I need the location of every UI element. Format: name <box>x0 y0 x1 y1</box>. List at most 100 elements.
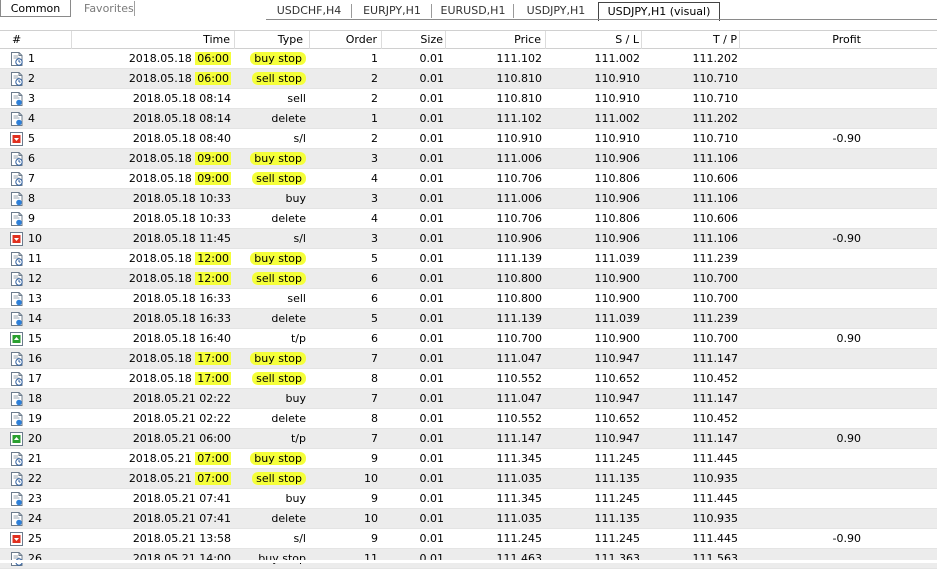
row-number: 1 <box>28 52 35 65</box>
col-header-type[interactable]: Type <box>235 31 310 49</box>
profit-cell <box>740 489 864 508</box>
tab-favorites[interactable]: Favorites <box>78 0 140 17</box>
price-cell: 111.035 <box>496 512 543 525</box>
order-cell: 1 <box>371 52 378 65</box>
size-cell: 0.01 <box>419 532 445 545</box>
table-row[interactable]: 11 2018.05.18 12:00 buy stop 5 0.01 111.139 11… <box>0 249 937 269</box>
date-text: 2018.05.18 <box>128 52 192 65</box>
table-row[interactable]: 18 2018.05.21 02:22 buy 7 0.01 111.047 110.947… <box>0 389 937 409</box>
table-row[interactable]: 3 2018.05.18 08:14 sell 2 0.01 110.810 110.910… <box>0 89 937 109</box>
type-cell: buy stop <box>235 249 310 268</box>
table-row[interactable]: 23 2018.05.21 07:41 buy 9 0.01 111.345 111.245… <box>0 489 937 509</box>
table-row[interactable]: 6 2018.05.18 09:00 buy stop 3 0.01 111.006 110… <box>0 149 937 169</box>
table-row[interactable]: 21 2018.05.21 07:00 buy stop 9 0.01 111.345 11… <box>0 449 937 469</box>
tp-cell: 110.710 <box>692 92 739 105</box>
profit-cell <box>740 269 864 288</box>
table-row[interactable]: 1 2018.05.18 06:00 buy stop 1 0.01 111.102 111… <box>0 49 937 69</box>
size-cell: 0.01 <box>419 472 445 485</box>
sl-cell: 110.947 <box>594 432 641 445</box>
chart-tab-eurjpy-h1[interactable]: EURJPY,H1 <box>352 2 432 20</box>
table-row[interactable]: 17 2018.05.18 17:00 sell stop 8 0.01 110.552 1… <box>0 369 937 389</box>
pending-order-icon <box>10 472 23 486</box>
row-number: 4 <box>28 112 35 125</box>
price-cell: 110.800 <box>496 272 543 285</box>
time-text: 13:58 <box>199 532 231 545</box>
time-cell: 2018.05.18 08:14 <box>72 109 235 128</box>
table-row[interactable]: 2 2018.05.18 06:00 sell stop 2 0.01 110.810 11… <box>0 69 937 89</box>
market-order-icon <box>10 412 23 426</box>
table-row[interactable]: 10 2018.05.18 11:45 s/l 3 0.01 110.906 110.906… <box>0 229 937 249</box>
table-row[interactable]: 19 2018.05.21 02:22 delete 8 0.01 110.552 110.… <box>0 409 937 429</box>
profit-cell <box>740 249 864 268</box>
table-row[interactable]: 4 2018.05.18 08:14 delete 1 0.01 111.102 111.0… <box>0 109 937 129</box>
chart-tab-eurusd-h1[interactable]: EURUSD,H1 <box>432 2 514 20</box>
col-header-price[interactable]: Price <box>446 31 546 49</box>
type-text: delete <box>271 312 306 325</box>
type-text: sell <box>287 92 306 105</box>
type-cell: sell stop <box>235 269 310 288</box>
type-text: t/p <box>290 432 306 445</box>
price-cell: 111.102 <box>496 112 543 125</box>
sl-cell: 110.900 <box>594 272 641 285</box>
time-text: 06:00 <box>195 72 231 85</box>
col-header-num[interactable]: # <box>0 31 72 49</box>
type-text: sell <box>287 292 306 305</box>
col-header-tp[interactable]: T / P <box>642 31 740 49</box>
order-cell: 4 <box>371 172 378 185</box>
chart-tab-usdchf-h4[interactable]: USDCHF,H4 <box>266 2 352 20</box>
price-cell: 111.047 <box>496 392 543 405</box>
col-header-profit[interactable]: Profit <box>740 31 864 49</box>
date-text: 2018.05.18 <box>128 272 192 285</box>
time-cell: 2018.05.18 16:40 <box>72 329 235 348</box>
table-row[interactable]: 8 2018.05.18 10:33 buy 3 0.01 111.006 110.906 1… <box>0 189 937 209</box>
col-header-sl[interactable]: S / L <box>546 31 642 49</box>
profit-cell <box>740 409 864 428</box>
table-row[interactable]: 13 2018.05.18 16:33 sell 6 0.01 110.800 110.90… <box>0 289 937 309</box>
type-text: t/p <box>290 332 306 345</box>
chart-tab-usdjpy-h1[interactable]: USDJPY,H1 <box>514 2 598 20</box>
time-text: 14:00 <box>199 552 231 565</box>
row-number: 10 <box>28 232 42 245</box>
price-cell: 110.810 <box>496 92 543 105</box>
row-number: 8 <box>28 192 35 205</box>
sl-cell: 110.652 <box>594 372 641 385</box>
price-cell: 110.552 <box>496 412 543 425</box>
order-cell: 6 <box>371 332 378 345</box>
price-cell: 110.800 <box>496 292 543 305</box>
type-cell: buy stop <box>235 49 310 68</box>
table-row[interactable]: 26 2018.05.21 14:00 buy stop 11 0.01 111.463 1… <box>0 549 937 569</box>
table-row[interactable]: 12 2018.05.18 12:00 sell stop 6 0.01 110.800 1… <box>0 269 937 289</box>
table-row[interactable]: 14 2018.05.18 16:33 delete 5 0.01 111.139 111.… <box>0 309 937 329</box>
table-row[interactable]: 15 2018.05.18 16:40 t/p 6 0.01 110.700 110.900… <box>0 329 937 349</box>
table-row[interactable]: 9 2018.05.18 10:33 delete 4 0.01 110.706 110.8… <box>0 209 937 229</box>
table-row[interactable]: 5 2018.05.18 08:40 s/l 2 0.01 110.910 110.910 1… <box>0 129 937 149</box>
table-row[interactable]: 25 2018.05.21 13:58 s/l 9 0.01 111.245 111.245… <box>0 529 937 549</box>
time-cell: 2018.05.18 16:33 <box>72 309 235 328</box>
row-number: 15 <box>28 332 42 345</box>
time-cell: 2018.05.21 02:22 <box>72 409 235 428</box>
col-header-order[interactable]: Order <box>310 31 382 49</box>
type-text: sell stop <box>252 72 306 85</box>
table-row[interactable]: 20 2018.05.21 06:00 t/p 7 0.01 111.147 110.947… <box>0 429 937 449</box>
tab-divider <box>134 1 135 16</box>
table-row[interactable]: 7 2018.05.18 09:00 sell stop 4 0.01 110.706 11… <box>0 169 937 189</box>
profit-cell: 0.90 <box>836 432 862 445</box>
row-number: 18 <box>28 392 42 405</box>
type-cell: delete <box>235 409 310 428</box>
time-text: 02:22 <box>199 412 231 425</box>
table-row[interactable]: 24 2018.05.21 07:41 delete 10 0.01 111.035 111… <box>0 509 937 529</box>
time-cell: 2018.05.18 16:33 <box>72 289 235 308</box>
time-text: 07:00 <box>195 472 231 485</box>
col-header-size[interactable]: Size <box>382 31 446 49</box>
sl-cell: 110.910 <box>594 132 641 145</box>
size-cell: 0.01 <box>419 112 445 125</box>
tab-common[interactable]: Common <box>0 0 71 17</box>
col-header-time[interactable]: Time <box>72 31 235 49</box>
pending-order-icon <box>10 72 23 86</box>
type-cell: s/l <box>235 529 310 548</box>
table-row[interactable]: 16 2018.05.18 17:00 buy stop 7 0.01 111.047 11… <box>0 349 937 369</box>
pending-order-icon <box>10 552 23 566</box>
table-row[interactable]: 22 2018.05.21 07:00 sell stop 10 0.01 111.035… <box>0 469 937 489</box>
order-cell: 2 <box>371 72 378 85</box>
row-number: 24 <box>28 512 42 525</box>
